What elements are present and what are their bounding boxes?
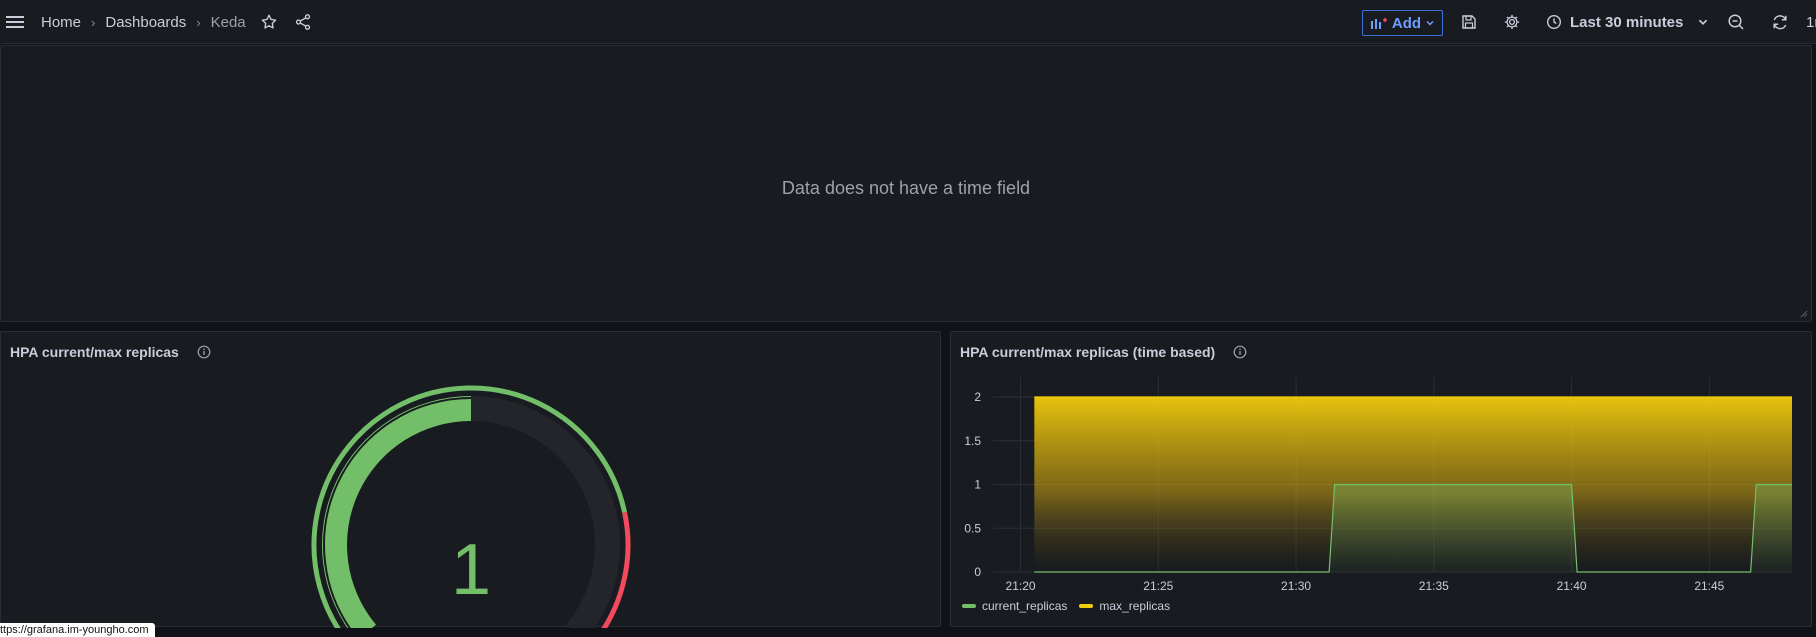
legend-item-max-replicas[interactable]: max_replicas [1079, 599, 1170, 613]
refresh-interval-label[interactable]: 1r [1806, 0, 1816, 44]
y-tick-label: 2 [974, 390, 981, 404]
x-tick-label: 21:40 [1557, 579, 1587, 593]
y-tick-label: 1.5 [964, 434, 981, 448]
star-icon[interactable] [258, 11, 280, 33]
x-tick-label: 21:25 [1143, 579, 1173, 593]
add-button[interactable]: Add [1362, 10, 1443, 36]
status-bar-url: ttps://grafana.im-youngho.com [0, 623, 155, 637]
y-tick-label: 0.5 [964, 521, 981, 535]
x-tick-label: 21:20 [1006, 579, 1036, 593]
panel-no-time-field: Data does not have a time field [0, 45, 1812, 322]
add-button-label: Add [1391, 14, 1422, 32]
breadcrumb-separator: › [196, 14, 201, 30]
breadcrumb-home[interactable]: Home [41, 14, 81, 31]
x-tick-label: 21:45 [1694, 579, 1724, 593]
add-panel-icon [1370, 18, 1387, 29]
chevron-down-icon [1699, 19, 1708, 25]
chart-series [1034, 396, 1792, 573]
timeseries-chart: 0 0.5 1 1.5 2 21:20 21:25 21:30 21:35 21:40 21:45 [964, 377, 1792, 593]
no-data-message: Data does not have a time field [781, 178, 1031, 198]
breadcrumb-current: Keda [210, 13, 246, 31]
x-tick-label: 21:30 [1281, 579, 1311, 593]
y-tick-label: 1 [974, 478, 981, 492]
save-icon[interactable] [1458, 11, 1480, 33]
panel-gauge: HPA current/max replicas 1 [0, 331, 941, 628]
gauge-chart: 1 [311, 385, 631, 628]
gauge-value: 1 [451, 530, 491, 610]
share-icon[interactable] [292, 11, 314, 33]
time-range-picker[interactable]: Last 30 minutes [1546, 0, 1709, 44]
breadcrumb: Home › Dashboards › Keda [41, 0, 246, 44]
breadcrumb-separator: › [91, 14, 96, 30]
zoom-out-icon[interactable] [1725, 11, 1747, 33]
refresh-icon[interactable] [1769, 11, 1791, 33]
legend-item-current-replicas[interactable]: current_replicas [962, 599, 1067, 613]
menu-icon[interactable] [2, 11, 28, 33]
time-range-label: Last 30 minutes [1570, 13, 1684, 31]
legend-swatch [1079, 604, 1094, 608]
legend-label: max_replicas [1099, 599, 1171, 613]
resize-handle-icon[interactable] [1800, 310, 1808, 318]
y-tick-label: 0 [974, 565, 981, 579]
top-navbar: Home › Dashboards › Keda Add Last 30 min… [0, 0, 1816, 44]
clock-icon [1546, 14, 1562, 30]
x-tick-label: 21:35 [1419, 579, 1449, 593]
legend-swatch [962, 604, 976, 608]
gear-icon[interactable] [1501, 11, 1523, 33]
chart-legend: current_replicas max_replicas [962, 599, 1170, 613]
gauge-fill [322, 396, 471, 628]
chevron-down-icon [1426, 20, 1434, 26]
legend-label: current_replicas [982, 599, 1068, 613]
breadcrumb-dashboards[interactable]: Dashboards [105, 14, 186, 31]
